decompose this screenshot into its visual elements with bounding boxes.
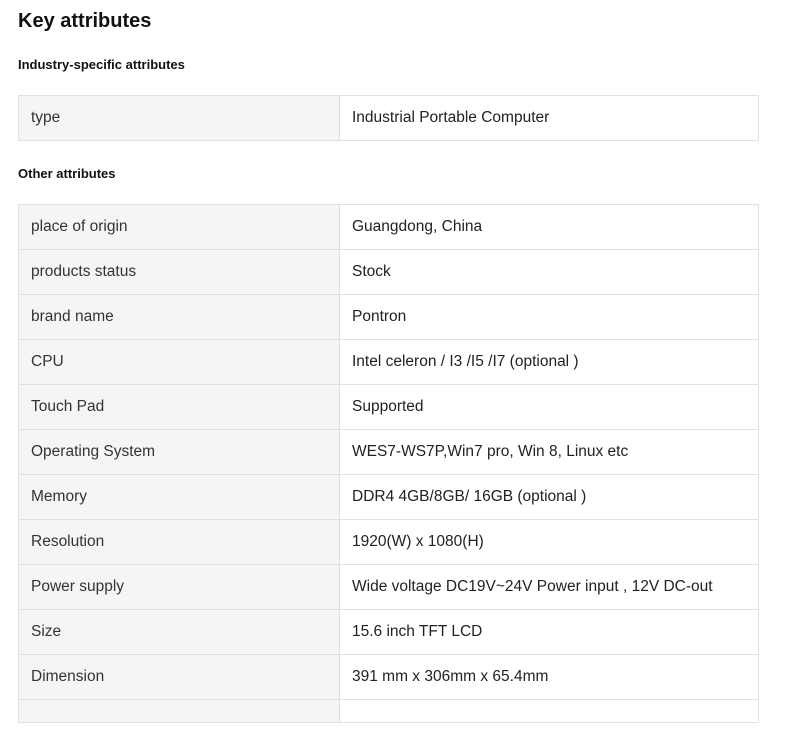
table-row: type Industrial Portable Computer — [18, 95, 759, 141]
attribute-value: Stock — [339, 249, 759, 295]
attribute-key: place of origin — [18, 204, 340, 250]
attribute-key: Touch Pad — [18, 384, 340, 430]
attribute-key: Memory — [18, 474, 340, 520]
industry-attributes-table: type Industrial Portable Computer — [18, 95, 759, 141]
attribute-key: Resolution — [18, 519, 340, 565]
table-row: Memory DDR4 4GB/8GB/ 16GB (optional ) — [18, 474, 759, 520]
attribute-key: Power supply — [18, 564, 340, 610]
table-row: Touch Pad Supported — [18, 384, 759, 430]
table-row: CPU Intel celeron / I3 /I5 /I7 (optional… — [18, 339, 759, 385]
attribute-value: DDR4 4GB/8GB/ 16GB (optional ) — [339, 474, 759, 520]
attribute-value: Guangdong, China — [339, 204, 759, 250]
attribute-value: 15.6 inch TFT LCD — [339, 609, 759, 655]
attribute-value: Pontron — [339, 294, 759, 340]
table-row: brand name Pontron — [18, 294, 759, 340]
attribute-key: type — [18, 95, 340, 141]
attribute-value: 1920(W) x 1080(H) — [339, 519, 759, 565]
industry-attributes-title: Industry-specific attributes — [18, 57, 185, 72]
table-row: Resolution 1920(W) x 1080(H) — [18, 519, 759, 565]
attribute-value: Intel celeron / I3 /I5 /I7 (optional ) — [339, 339, 759, 385]
attribute-value: Wide voltage DC19V~24V Power input , 12V… — [339, 564, 759, 610]
table-row: Size 15.6 inch TFT LCD — [18, 609, 759, 655]
table-row: place of origin Guangdong, China — [18, 204, 759, 250]
attribute-value — [339, 699, 759, 723]
other-attributes-table: place of origin Guangdong, China product… — [18, 204, 759, 723]
attribute-key: Operating System — [18, 429, 340, 475]
attribute-key: products status — [18, 249, 340, 295]
attribute-key: Dimension — [18, 654, 340, 700]
table-row: products status Stock — [18, 249, 759, 295]
attribute-key: Size — [18, 609, 340, 655]
attribute-value: WES7-WS7P,Win7 pro, Win 8, Linux etc — [339, 429, 759, 475]
attribute-key: CPU — [18, 339, 340, 385]
attribute-value: Industrial Portable Computer — [339, 95, 759, 141]
table-row: Operating System WES7-WS7P,Win7 pro, Win… — [18, 429, 759, 475]
table-row: Dimension 391 mm x 306mm x 65.4mm — [18, 654, 759, 700]
attribute-key: brand name — [18, 294, 340, 340]
page-title: Key attributes — [18, 10, 152, 32]
table-row — [18, 699, 759, 723]
attribute-value: Supported — [339, 384, 759, 430]
table-row: Power supply Wide voltage DC19V~24V Powe… — [18, 564, 759, 610]
attribute-key — [18, 699, 340, 723]
key-attributes-panel: Key attributes Industry-specific attribu… — [0, 0, 786, 749]
other-attributes-title: Other attributes — [18, 166, 116, 181]
attribute-value: 391 mm x 306mm x 65.4mm — [339, 654, 759, 700]
